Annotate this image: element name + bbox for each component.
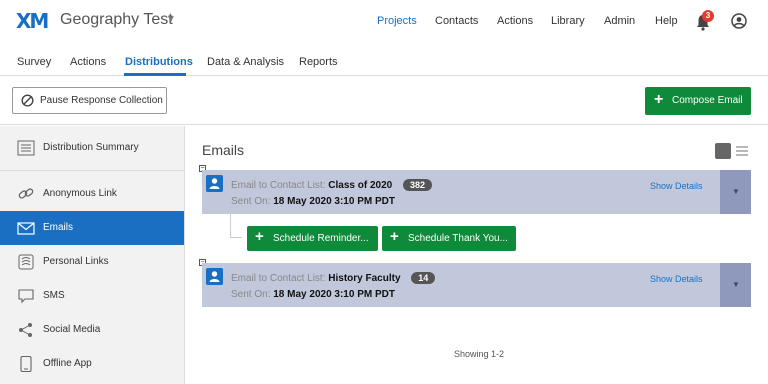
page-title: Emails xyxy=(202,142,245,158)
action-bar: Pause Response Collection + Compose Emai… xyxy=(0,77,768,125)
contact-list-name: History Faculty xyxy=(328,273,401,284)
project-title[interactable]: Geography Test xyxy=(60,11,173,29)
sidebar-item-label: Social Media xyxy=(43,324,101,335)
sidebar-item-sms[interactable]: SMS xyxy=(0,279,184,313)
link-icon xyxy=(18,188,34,199)
schedule-reminder-label: Schedule Reminder... xyxy=(273,233,369,244)
tab-reports[interactable]: Reports xyxy=(299,56,338,68)
expand-card-button[interactable]: ▼ xyxy=(720,170,751,214)
sent-prefix: Sent On: xyxy=(231,196,271,207)
contact-list-prefix: Email to Contact List: xyxy=(231,180,326,191)
pause-button-label: Pause Response Collection xyxy=(40,95,163,106)
nav-contacts[interactable]: Contacts xyxy=(435,15,478,27)
sidebar-item-emails[interactable]: Emails xyxy=(0,211,184,245)
email-summary: Email to Contact List: Class of 2020 382 xyxy=(231,179,433,191)
tablet-icon xyxy=(20,356,32,372)
chevron-down-icon[interactable]: ▼ xyxy=(166,14,176,25)
nav-help[interactable]: Help xyxy=(655,15,678,27)
sidebar-item-label: SMS xyxy=(43,290,65,301)
compose-email-button[interactable]: + Compose Email xyxy=(645,87,751,115)
prohibit-icon xyxy=(21,94,34,107)
email-distribution-card[interactable]: Email to Contact List: Class of 2020 382… xyxy=(202,170,751,214)
card-view-icon[interactable] xyxy=(715,143,731,159)
sidebar-item-label: Offline App xyxy=(43,358,92,369)
share-icon xyxy=(19,323,32,337)
contact-list-name: Class of 2020 xyxy=(328,180,393,191)
schedule-reminder-button[interactable]: + Schedule Reminder... xyxy=(247,226,378,251)
tab-actions[interactable]: Actions xyxy=(70,56,106,68)
connector-line xyxy=(230,214,231,238)
sidebar-item-offline-app[interactable]: Offline App xyxy=(0,347,184,381)
plus-icon: + xyxy=(390,228,399,245)
recipient-count-badge: 14 xyxy=(411,272,436,284)
top-bar: XM Geography Test ▼ Projects Contacts Ac… xyxy=(0,0,768,44)
user-account-icon[interactable] xyxy=(731,13,747,29)
plus-icon: + xyxy=(654,91,664,108)
sidebar-item-label: Anonymous Link xyxy=(43,188,117,199)
active-tab-indicator xyxy=(124,73,186,76)
pause-response-collection-button[interactable]: Pause Response Collection xyxy=(12,87,167,114)
email-distribution-card[interactable]: Email to Contact List: History Faculty 1… xyxy=(202,263,751,307)
sidebar-item-personal-links[interactable]: Personal Links xyxy=(0,245,184,279)
sent-timestamp: 18 May 2020 3:10 PM PDT xyxy=(273,289,395,300)
chevron-down-icon: ▼ xyxy=(732,280,740,289)
sent-date: Sent On: 18 May 2020 3:10 PM PDT xyxy=(231,196,395,207)
schedule-thank-you-label: Schedule Thank You... xyxy=(408,233,508,244)
sidebar-item-anonymous-link[interactable]: Anonymous Link xyxy=(0,177,184,211)
nav-library[interactable]: Library xyxy=(551,15,585,27)
sent-timestamp: 18 May 2020 3:10 PM PDT xyxy=(273,196,395,207)
distribution-sidebar: Distribution Summary Anonymous Link Emai… xyxy=(0,126,185,384)
list-icon xyxy=(17,140,35,156)
show-details-link[interactable]: Show Details xyxy=(650,181,703,191)
tab-distributions[interactable]: Distributions xyxy=(125,56,193,68)
sent-date: Sent On: 18 May 2020 3:10 PM PDT xyxy=(231,289,395,300)
nav-actions[interactable]: Actions xyxy=(497,15,533,27)
project-tabs: Survey Actions Distributions Data & Anal… xyxy=(0,44,768,76)
contact-list-icon xyxy=(206,268,223,285)
fingerprint-icon xyxy=(18,254,34,270)
contact-list-prefix: Email to Contact List: xyxy=(231,273,326,284)
chevron-down-icon: ▼ xyxy=(732,187,740,196)
connector-line xyxy=(230,237,242,238)
plus-icon: + xyxy=(255,228,264,245)
schedule-thank-you-button[interactable]: + Schedule Thank You... xyxy=(382,226,516,251)
chat-bubble-icon xyxy=(18,289,34,304)
envelope-icon xyxy=(17,222,35,235)
xm-logo[interactable]: XM xyxy=(16,9,49,33)
compose-button-label: Compose Email xyxy=(672,95,743,106)
expand-card-button[interactable]: ▼ xyxy=(720,263,751,307)
sidebar-item-label: Distribution Summary xyxy=(43,142,139,153)
email-summary: Email to Contact List: History Faculty 1… xyxy=(231,272,436,284)
nav-admin[interactable]: Admin xyxy=(604,15,635,27)
sidebar-divider xyxy=(0,170,184,171)
contact-list-icon xyxy=(206,175,223,192)
nav-projects[interactable]: Projects xyxy=(377,15,417,27)
sidebar-item-label: Emails xyxy=(43,222,74,233)
sidebar-item-distribution-summary[interactable]: Distribution Summary xyxy=(0,131,184,165)
notification-badge: 3 xyxy=(702,10,714,22)
show-details-link[interactable]: Show Details xyxy=(650,274,703,284)
list-view-icon[interactable] xyxy=(736,145,748,157)
recipient-count-badge: 382 xyxy=(402,179,433,191)
sent-prefix: Sent On: xyxy=(231,289,271,300)
pagination-status: Showing 1-2 xyxy=(454,349,505,359)
sidebar-item-social-media[interactable]: Social Media xyxy=(0,313,184,347)
sidebar-item-label: Personal Links xyxy=(43,256,109,267)
tab-data-analysis[interactable]: Data & Analysis xyxy=(207,56,284,68)
tab-survey[interactable]: Survey xyxy=(17,56,51,68)
